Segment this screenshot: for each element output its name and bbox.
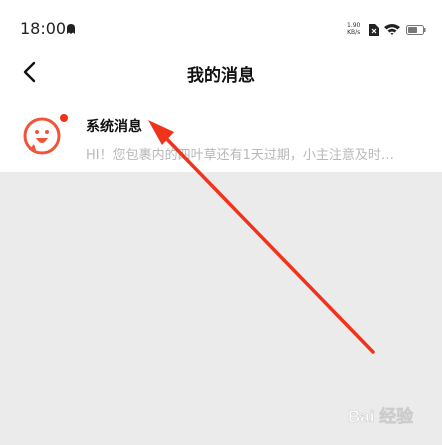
sim-icon bbox=[369, 24, 379, 36]
ghost-icon bbox=[67, 24, 75, 34]
network-speed-unit: KB/s bbox=[347, 29, 361, 36]
battery-icon bbox=[406, 25, 426, 35]
baidu-watermark: Bai 经验 bbox=[348, 406, 415, 427]
network-speed-value: 1.90 bbox=[347, 22, 361, 29]
status-time: 18:00 bbox=[20, 19, 67, 38]
network-speed: 1.90 KB/s bbox=[347, 22, 360, 36]
page-title: 我的消息 bbox=[187, 66, 255, 86]
unread-dot bbox=[60, 114, 68, 122]
mascot-avatar-icon bbox=[23, 117, 61, 155]
message-preview: HI！您包裹内的四叶草还有1天过期，小主注意及时… bbox=[86, 148, 394, 163]
app-header-area: 18:00 1.90 KB/s 我的消息 系统消息 HI！您包裹内的四叶草还有1… bbox=[0, 0, 442, 172]
nav-bar: 我的消息 bbox=[0, 52, 442, 92]
watermark-text: Bai 经验 bbox=[348, 406, 414, 426]
message-title: 系统消息 bbox=[86, 119, 142, 135]
wifi-icon bbox=[384, 24, 400, 35]
status-bar: 18:00 1.90 KB/s bbox=[0, 0, 442, 56]
message-list-item[interactable]: 系统消息 HI！您包裹内的四叶草还有1天过期，小主注意及时… bbox=[0, 100, 442, 172]
